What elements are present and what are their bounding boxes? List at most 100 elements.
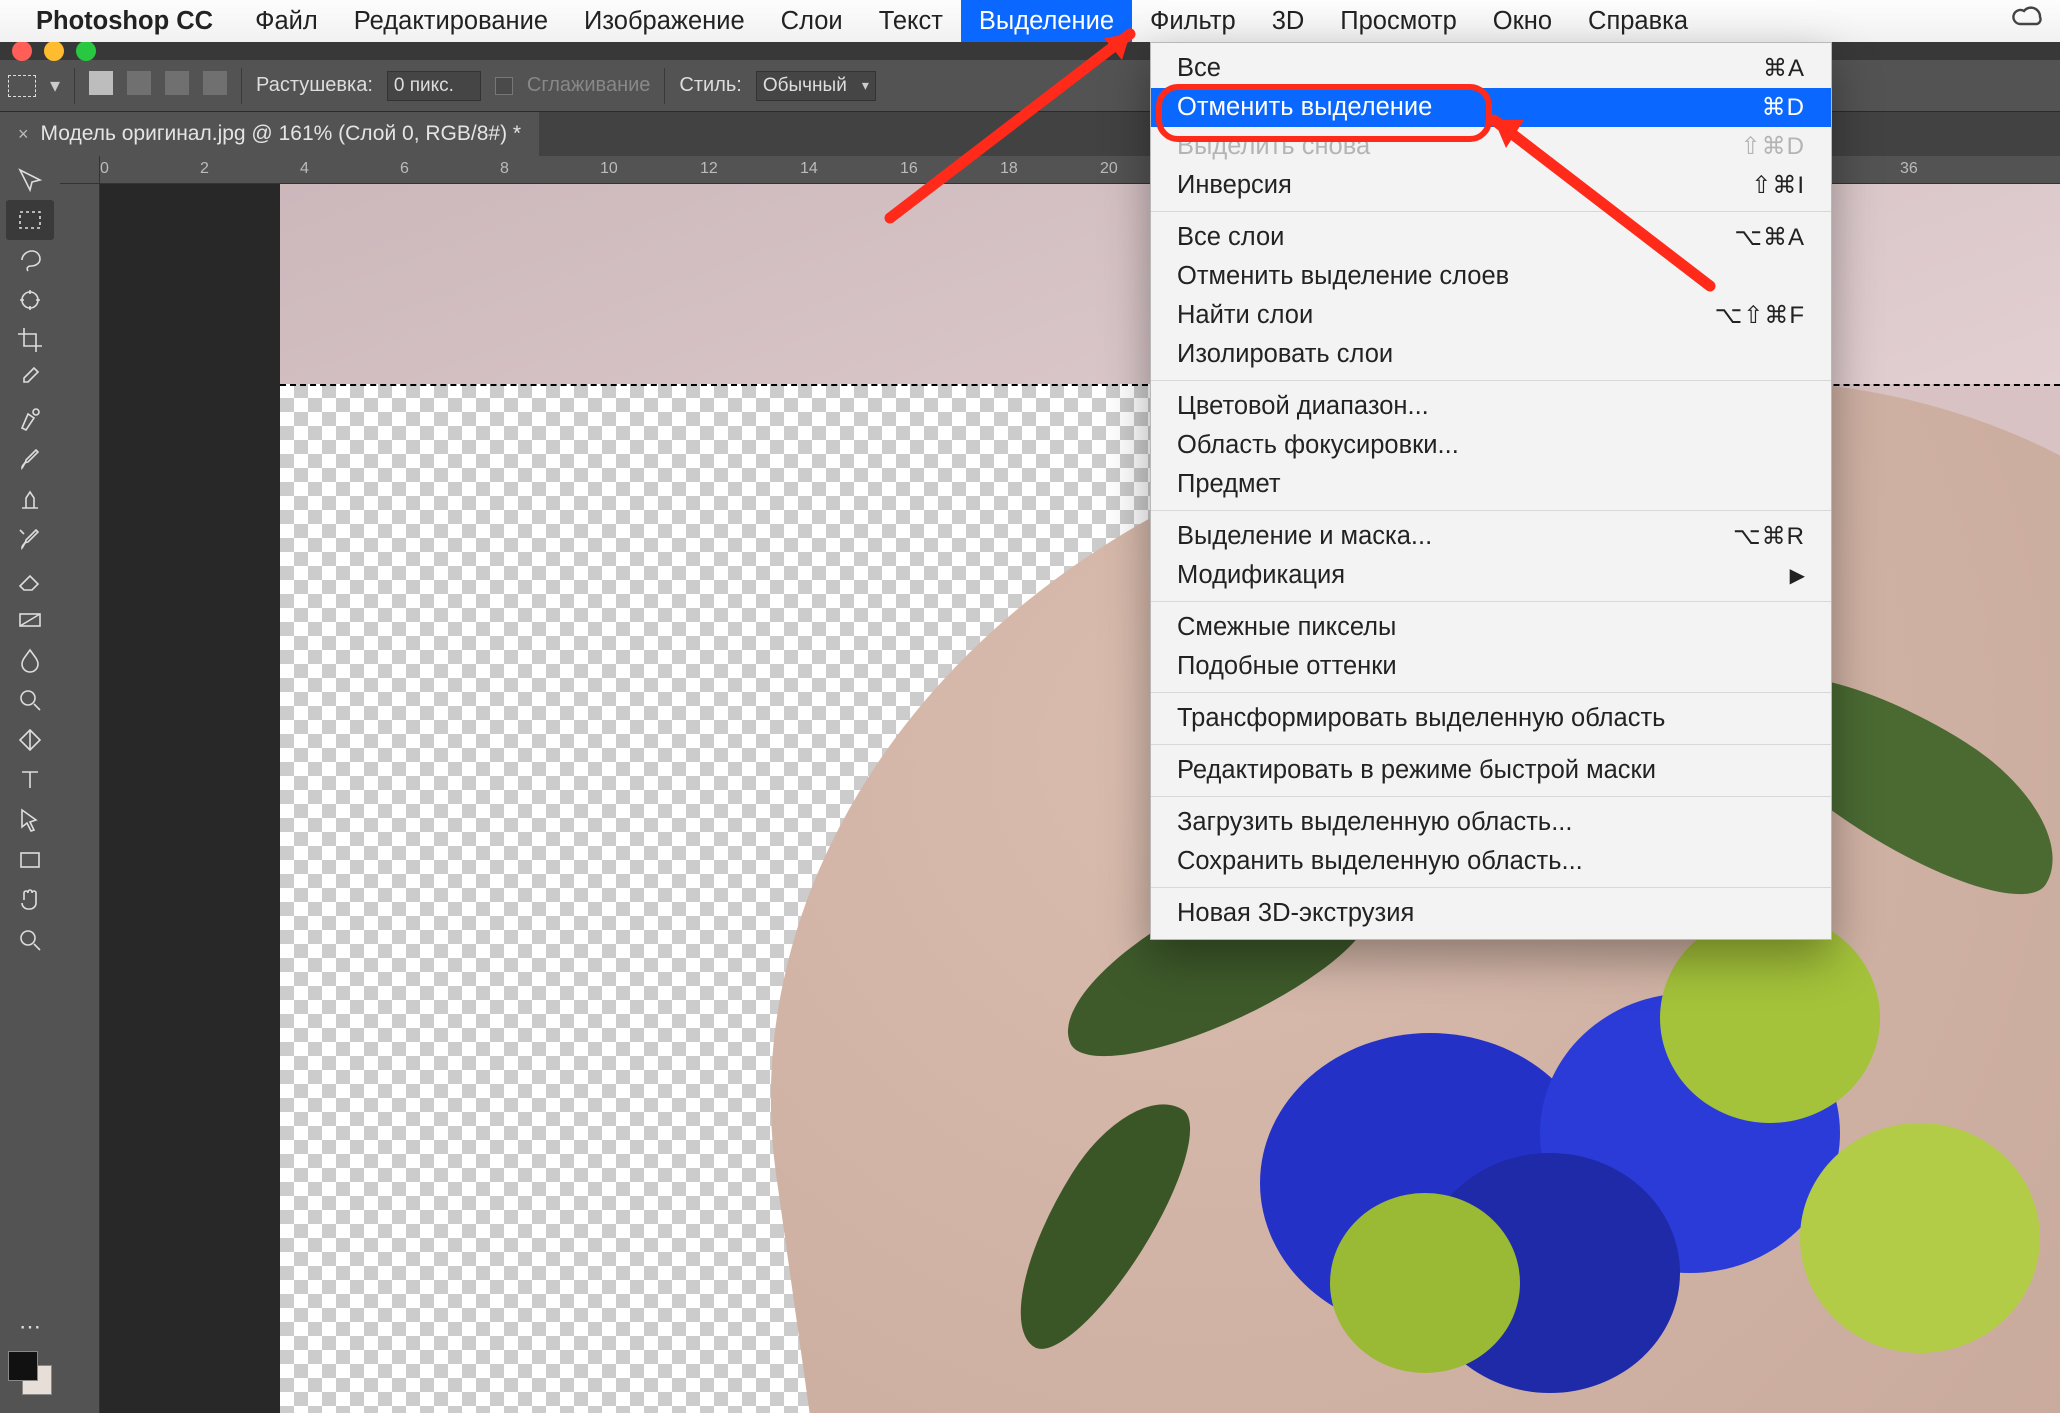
menu-item-label: Модификация — [1177, 561, 1345, 590]
menu-item-label: Цветовой диапазон... — [1177, 392, 1429, 421]
annotation-callout — [1156, 84, 1492, 142]
ruler-origin[interactable] — [60, 156, 100, 184]
menu-выделение[interactable]: Выделение — [961, 0, 1132, 42]
quick-selection-tool[interactable] — [6, 280, 54, 320]
menu-separator — [1151, 510, 1831, 511]
menu-item[interactable]: Выделение и маска...⌥⌘R — [1151, 517, 1831, 556]
blur-tool[interactable] — [6, 640, 54, 680]
menu-item-label: Все — [1177, 54, 1221, 83]
menu-item-label: Предмет — [1177, 470, 1281, 499]
document-tab[interactable]: × Модель оригинал.jpg @ 161% (Слой 0, RG… — [0, 112, 539, 156]
menu-фильтр[interactable]: Фильтр — [1132, 0, 1254, 42]
menu-item[interactable]: Отменить выделение слоев — [1151, 257, 1831, 296]
menu-item[interactable]: Инверсия ⇧⌘I — [1151, 166, 1831, 205]
ruler-mark: 4 — [300, 160, 309, 178]
lasso-tool[interactable] — [6, 240, 54, 280]
move-tool[interactable] — [6, 160, 54, 200]
app-name[interactable]: Photoshop CC — [36, 7, 213, 36]
selection-mode-subtract[interactable] — [165, 71, 189, 101]
menu-item-label: Подобные оттенки — [1177, 652, 1397, 681]
rectangular-marquee-tool[interactable] — [6, 200, 54, 240]
window-close-button[interactable] — [12, 41, 32, 61]
ruler-mark: 36 — [1900, 160, 1918, 178]
tools-panel: ⋯ — [0, 156, 60, 1413]
menu-item[interactable]: Новая 3D-экструзия — [1151, 894, 1831, 933]
gradient-tool[interactable] — [6, 600, 54, 640]
ruler-mark: 10 — [600, 160, 618, 178]
menu-item[interactable]: Все слои⌥⌘A — [1151, 218, 1831, 257]
menu-item[interactable]: Область фокусировки... — [1151, 426, 1831, 465]
menu-item[interactable]: Трансформировать выделенную область — [1151, 699, 1831, 738]
menu-item-label: Область фокусировки... — [1177, 431, 1459, 460]
ruler-mark: 6 — [400, 160, 409, 178]
eyedropper-tool[interactable] — [6, 360, 54, 400]
window-zoom-button[interactable] — [76, 41, 96, 61]
document-title: Модель оригинал.jpg @ 161% (Слой 0, RGB/… — [41, 122, 522, 146]
hand-tool[interactable] — [6, 880, 54, 920]
color-swatches[interactable] — [8, 1351, 52, 1395]
menu-item[interactable]: Цветовой диапазон... — [1151, 387, 1831, 426]
menu-item-shortcut: ⌘A — [1763, 54, 1805, 83]
menu-item[interactable]: Найти слои⌥⇧⌘F — [1151, 296, 1831, 335]
edit-toolbar-button[interactable]: ⋯ — [6, 1307, 54, 1347]
menu-item-label: Найти слои — [1177, 301, 1313, 330]
window-minimize-button[interactable] — [44, 41, 64, 61]
selection-mode-intersect[interactable] — [203, 71, 227, 101]
ruler-mark: 14 — [800, 160, 818, 178]
menu-item-label: Трансформировать выделенную область — [1177, 704, 1665, 733]
menu-item-label: Изолировать слои — [1177, 340, 1393, 369]
menu-item[interactable]: Загрузить выделенную область... — [1151, 803, 1831, 842]
menu-item-shortcut: ▶ — [1790, 563, 1805, 588]
foreground-color-swatch[interactable] — [8, 1351, 38, 1381]
menu-окно[interactable]: Окно — [1475, 0, 1570, 42]
type-tool[interactable] — [6, 760, 54, 800]
dodge-tool[interactable] — [6, 680, 54, 720]
clone-stamp-tool[interactable] — [6, 480, 54, 520]
menu-редактирование[interactable]: Редактирование — [336, 0, 566, 42]
tool-preset-icon[interactable] — [8, 75, 36, 97]
ruler-mark: 20 — [1100, 160, 1118, 178]
menu-item[interactable]: Модификация ▶ — [1151, 556, 1831, 595]
style-select[interactable]: Обычный ▾ — [756, 71, 876, 101]
chevron-down-icon[interactable]: ▾ — [50, 73, 60, 98]
rectangle-tool[interactable] — [6, 840, 54, 880]
menu-item[interactable]: Сохранить выделенную область... — [1151, 842, 1831, 881]
selection-mode-new[interactable] — [89, 71, 113, 101]
menu-изображение[interactable]: Изображение — [566, 0, 763, 42]
mac-menu-bar: Photoshop CC ФайлРедактированиеИзображен… — [0, 0, 2060, 42]
creative-cloud-icon[interactable] — [2010, 5, 2046, 37]
history-brush-tool[interactable] — [6, 520, 54, 560]
selection-mode-add[interactable] — [127, 71, 151, 101]
menu-item[interactable]: Подобные оттенки — [1151, 647, 1831, 686]
feather-input[interactable] — [387, 71, 481, 101]
menu-item[interactable]: Все ⌘A — [1151, 49, 1831, 88]
vertical-ruler[interactable] — [60, 184, 100, 1413]
pen-tool[interactable] — [6, 720, 54, 760]
close-tab-icon[interactable]: × — [18, 124, 29, 145]
menu-item[interactable]: Редактировать в режиме быстрой маски — [1151, 751, 1831, 790]
menu-файл[interactable]: Файл — [237, 0, 336, 42]
menu-3d[interactable]: 3D — [1254, 0, 1323, 42]
menu-item-shortcut: ⇧⌘I — [1751, 171, 1805, 200]
menu-item-label: Смежные пикселы — [1177, 613, 1396, 642]
menu-текст[interactable]: Текст — [861, 0, 961, 42]
menu-слои[interactable]: Слои — [763, 0, 861, 42]
brush-tool[interactable] — [6, 440, 54, 480]
menu-item[interactable]: Предмет — [1151, 465, 1831, 504]
ruler-mark: 16 — [900, 160, 918, 178]
spot-healing-brush-tool[interactable] — [6, 400, 54, 440]
menu-item[interactable]: Смежные пикселы — [1151, 608, 1831, 647]
menu-separator — [1151, 692, 1831, 693]
menu-item-label: Инверсия — [1177, 171, 1292, 200]
path-selection-tool[interactable] — [6, 800, 54, 840]
eraser-tool[interactable] — [6, 560, 54, 600]
crop-tool[interactable] — [6, 320, 54, 360]
menu-просмотр[interactable]: Просмотр — [1322, 0, 1474, 42]
menu-separator — [1151, 887, 1831, 888]
menu-справка[interactable]: Справка — [1570, 0, 1706, 42]
feather-label: Растушевка: — [256, 74, 373, 97]
ruler-mark: 8 — [500, 160, 509, 178]
menu-item[interactable]: Изолировать слои — [1151, 335, 1831, 374]
zoom-tool[interactable] — [6, 920, 54, 960]
ruler-mark: 12 — [700, 160, 718, 178]
